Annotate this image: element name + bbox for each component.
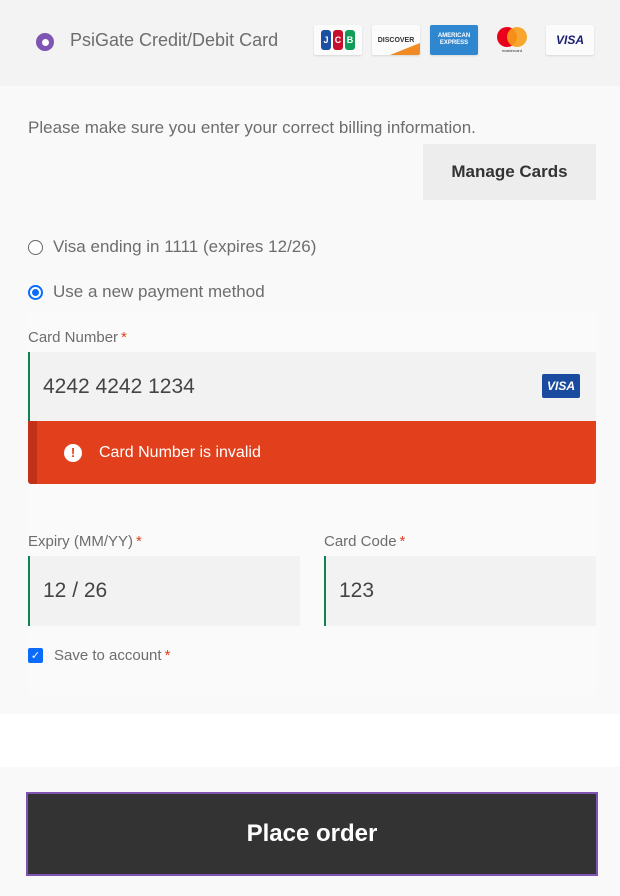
billing-notice: Please make sure you enter your correct … xyxy=(28,118,476,137)
mastercard-logo-icon: mastercard xyxy=(488,25,536,55)
card-code-input[interactable]: 123 xyxy=(324,556,596,626)
required-mark: * xyxy=(399,533,406,550)
visa-logo-icon: VISA xyxy=(546,25,594,55)
save-to-account-label: Save to account xyxy=(54,647,162,664)
visa-card-brand-icon: VISA xyxy=(542,374,580,398)
gateway-label[interactable]: PsiGate Credit/Debit Card xyxy=(70,30,278,51)
place-order-button[interactable]: Place order xyxy=(26,792,598,876)
expiry-label: Expiry (MM/YY) * xyxy=(28,533,142,550)
card-number-error: ! Card Number is invalid xyxy=(28,421,596,484)
new-payment-option[interactable]: Use a new payment method xyxy=(28,282,265,302)
saved-card-radio[interactable] xyxy=(28,239,43,255)
card-number-label: Card Number * xyxy=(28,329,127,346)
required-mark: * xyxy=(164,647,171,664)
card-logos: JCB DISCOVER AMERICAN EXPRESS mastercard… xyxy=(314,25,594,55)
saved-card-option[interactable]: Visa ending in 1111 (expires 12/26) xyxy=(28,237,316,257)
card-number-input[interactable]: 4242 4242 1234 VISA xyxy=(28,352,596,421)
discover-logo-icon: DISCOVER xyxy=(372,25,420,55)
manage-cards-button[interactable]: Manage Cards xyxy=(423,144,596,200)
new-payment-radio[interactable] xyxy=(28,284,43,300)
new-payment-label: Use a new payment method xyxy=(53,282,265,301)
card-number-value: 4242 4242 1234 xyxy=(43,374,195,398)
error-message: Card Number is invalid xyxy=(99,443,261,461)
required-mark: * xyxy=(121,329,127,346)
error-icon: ! xyxy=(64,443,82,462)
payment-gateway-header[interactable]: PsiGate Credit/Debit Card JCB DISCOVER A… xyxy=(0,0,620,86)
card-code-value: 123 xyxy=(339,579,375,602)
gateway-radio-selected[interactable] xyxy=(36,33,54,51)
expiry-value: 12 / 26 xyxy=(43,579,108,602)
save-to-account-checkbox[interactable]: ✓ xyxy=(28,648,43,663)
jcb-logo-icon: JCB xyxy=(314,25,362,55)
card-code-label: Card Code * xyxy=(324,533,406,550)
amex-logo-icon: AMERICAN EXPRESS xyxy=(430,25,478,55)
save-to-account-option[interactable]: ✓ Save to account * xyxy=(28,647,170,664)
saved-card-label: Visa ending in 1111 (expires 12/26) xyxy=(53,237,317,256)
expiry-input[interactable]: 12 / 26 xyxy=(28,556,300,626)
required-mark: * xyxy=(136,533,142,550)
